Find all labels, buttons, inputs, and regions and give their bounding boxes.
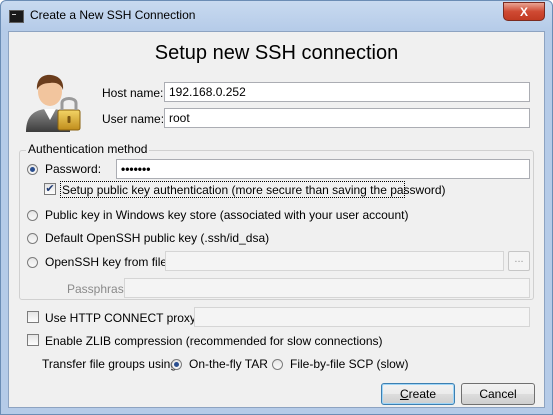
dialog-body: Setup new SSH connection Host name: 192.…: [8, 31, 545, 408]
host-name-input[interactable]: 192.168.0.252: [164, 82, 530, 102]
tar-radio[interactable]: [171, 359, 182, 370]
dialog-window: Create a New SSH Connection X Setup new …: [0, 0, 553, 415]
openssh-file-radio[interactable]: [27, 257, 38, 268]
setup-pubkey-checkbox[interactable]: ✔: [44, 183, 56, 195]
http-proxy-input[interactable]: [194, 307, 530, 327]
scp-label: File-by-file SCP (slow): [290, 357, 409, 371]
user-name-label: User name:: [102, 112, 165, 126]
passphrase-input[interactable]: [124, 278, 530, 298]
http-proxy-label: Use HTTP CONNECT proxy:: [45, 311, 200, 325]
window-title: Create a New SSH Connection: [30, 8, 196, 22]
password-label: Password:: [45, 162, 102, 176]
zlib-label: Enable ZLIB compression (recommended for…: [45, 334, 383, 348]
default-openssh-label: Default OpenSSH public key (.ssh/id_dsa): [45, 231, 270, 245]
user-lock-icon: [26, 74, 81, 132]
transfer-label: Transfer file groups using:: [42, 357, 181, 371]
scp-radio[interactable]: [272, 359, 283, 370]
terminal-icon: [9, 10, 24, 23]
tar-label: On-the-fly TAR: [189, 357, 268, 371]
user-name-input[interactable]: root: [164, 108, 530, 128]
http-proxy-checkbox[interactable]: [27, 311, 39, 323]
windows-keystore-radio[interactable]: [27, 210, 38, 221]
host-name-label: Host name:: [102, 86, 164, 100]
setup-pubkey-label[interactable]: Setup public key authentication (more se…: [62, 183, 446, 197]
openssh-file-input[interactable]: [165, 251, 504, 271]
openssh-file-label: OpenSSH key from file:: [45, 255, 171, 269]
browse-button[interactable]: ...: [508, 251, 530, 271]
cancel-button[interactable]: Cancel: [461, 383, 535, 405]
default-openssh-radio[interactable]: [27, 233, 38, 244]
close-button[interactable]: X: [503, 2, 545, 21]
create-label-rest: reate: [408, 387, 437, 401]
create-mnemonic: C: [399, 387, 409, 401]
create-button[interactable]: Create: [381, 383, 455, 405]
page-title: Setup new SSH connection: [154, 42, 399, 64]
password-radio[interactable]: [27, 164, 38, 175]
zlib-checkbox[interactable]: [27, 334, 39, 346]
title-bar[interactable]: Create a New SSH Connection X: [1, 1, 552, 31]
windows-keystore-label: Public key in Windows key store (associa…: [45, 208, 409, 222]
auth-method-legend: Authentication method: [26, 142, 150, 156]
password-input[interactable]: •••••••: [116, 159, 530, 179]
